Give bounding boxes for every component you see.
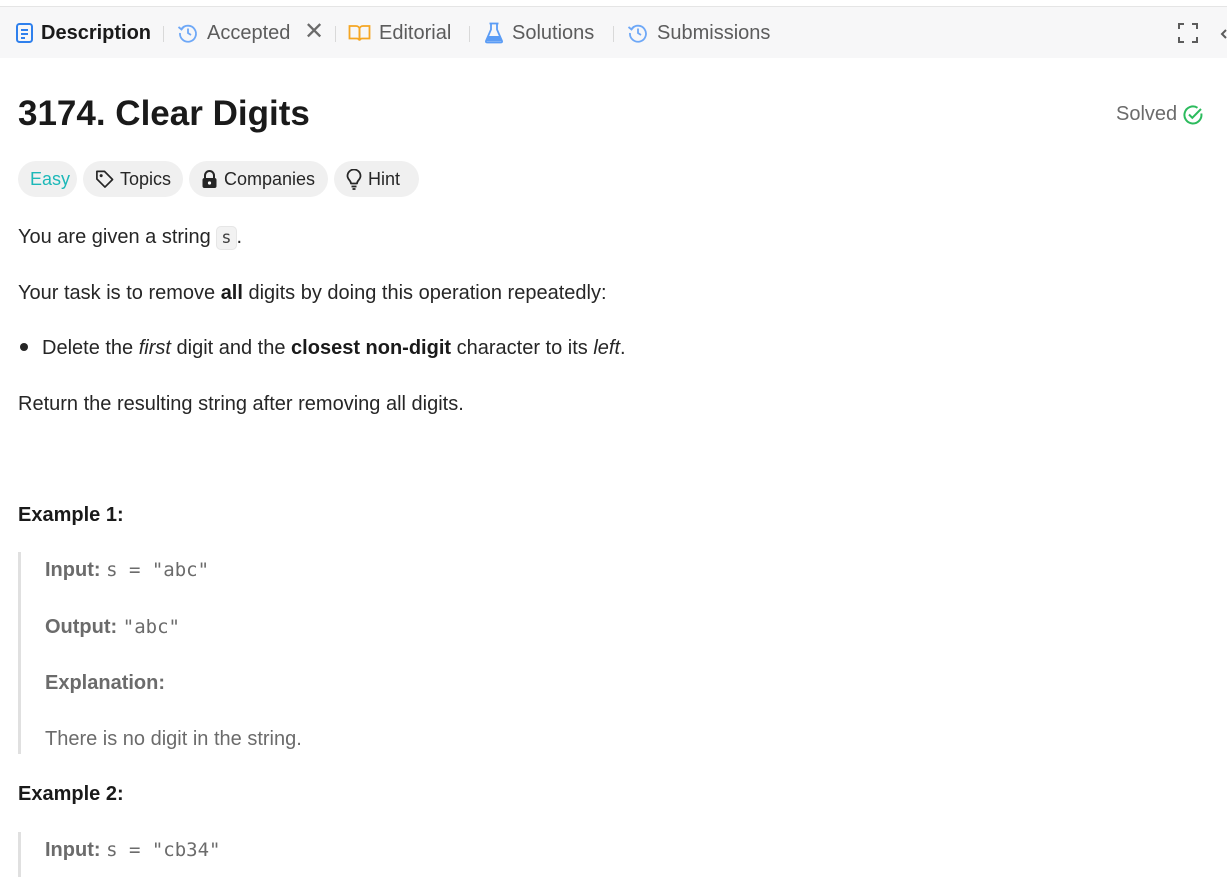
example-1-output: Output: "abc" [45, 616, 180, 638]
inline-code: s [216, 226, 237, 250]
example-1-explanation-label: Explanation: [45, 672, 166, 694]
expand-icon[interactable] [1178, 23, 1198, 43]
companies-label: Companies [224, 168, 316, 189]
example-1-title: Example 1: [18, 504, 124, 526]
tab-divider [469, 26, 470, 42]
history-icon [177, 24, 197, 43]
tab-divider [163, 26, 164, 42]
example-1-input: Input: s = "abc" [45, 559, 210, 581]
hint-chip[interactable]: Hint [334, 161, 419, 197]
book-icon [348, 25, 371, 41]
tab-divider [335, 26, 336, 42]
chevron-left-icon[interactable] [1220, 29, 1227, 39]
tab-description-label: Description [41, 21, 152, 44]
tag-icon [96, 170, 114, 188]
tab-divider [613, 26, 614, 42]
description-paragraph: Your task is to remove all digits by doi… [18, 282, 607, 304]
topics-label: Topics [119, 168, 171, 189]
tab-editorial-label: Editorial [379, 21, 452, 44]
lightbulb-icon [346, 168, 362, 190]
tab-editorial[interactable]: Editorial [348, 7, 451, 59]
tab-bar: Description Accepted ✕ Editorial Solutio… [0, 6, 1227, 58]
description-paragraph: Return the resulting string after removi… [18, 393, 464, 415]
close-tab-icon[interactable]: ✕ [304, 20, 324, 44]
problem-title: 3174. Clear Digits [18, 94, 310, 133]
lock-icon [202, 169, 217, 188]
tab-solutions-label: Solutions [512, 21, 595, 44]
document-icon [16, 23, 33, 43]
hint-label: Hint [368, 168, 401, 189]
example-2-quote-bar [18, 832, 21, 877]
difficulty-badge: Easy [18, 161, 77, 197]
history-icon [627, 24, 647, 43]
operation-list-item: Delete the first digit and the closest n… [42, 337, 626, 359]
bullet-marker [20, 343, 28, 351]
example-2-input: Input: s = "cb34" [45, 839, 221, 861]
companies-chip[interactable]: Companies [189, 161, 328, 197]
description-paragraph: You are given a string s. [18, 226, 243, 250]
check-circle-icon [1183, 104, 1203, 124]
solved-status: Solved [1116, 103, 1203, 126]
solved-label: Solved [1116, 103, 1178, 125]
tab-description[interactable]: Description [16, 7, 151, 59]
tab-accepted-label: Accepted [207, 21, 291, 44]
tab-accepted[interactable]: Accepted [177, 7, 290, 59]
topics-chip[interactable]: Topics [83, 161, 183, 197]
tab-submissions-label: Submissions [657, 21, 771, 44]
flask-icon [485, 22, 503, 44]
difficulty-label: Easy [30, 168, 71, 189]
tab-solutions[interactable]: Solutions [484, 7, 594, 59]
example-2-title: Example 2: [18, 783, 124, 805]
tab-submissions[interactable]: Submissions [627, 7, 770, 59]
example-1-explanation-text: There is no digit in the string. [45, 728, 302, 750]
example-1-quote-bar [18, 552, 21, 754]
